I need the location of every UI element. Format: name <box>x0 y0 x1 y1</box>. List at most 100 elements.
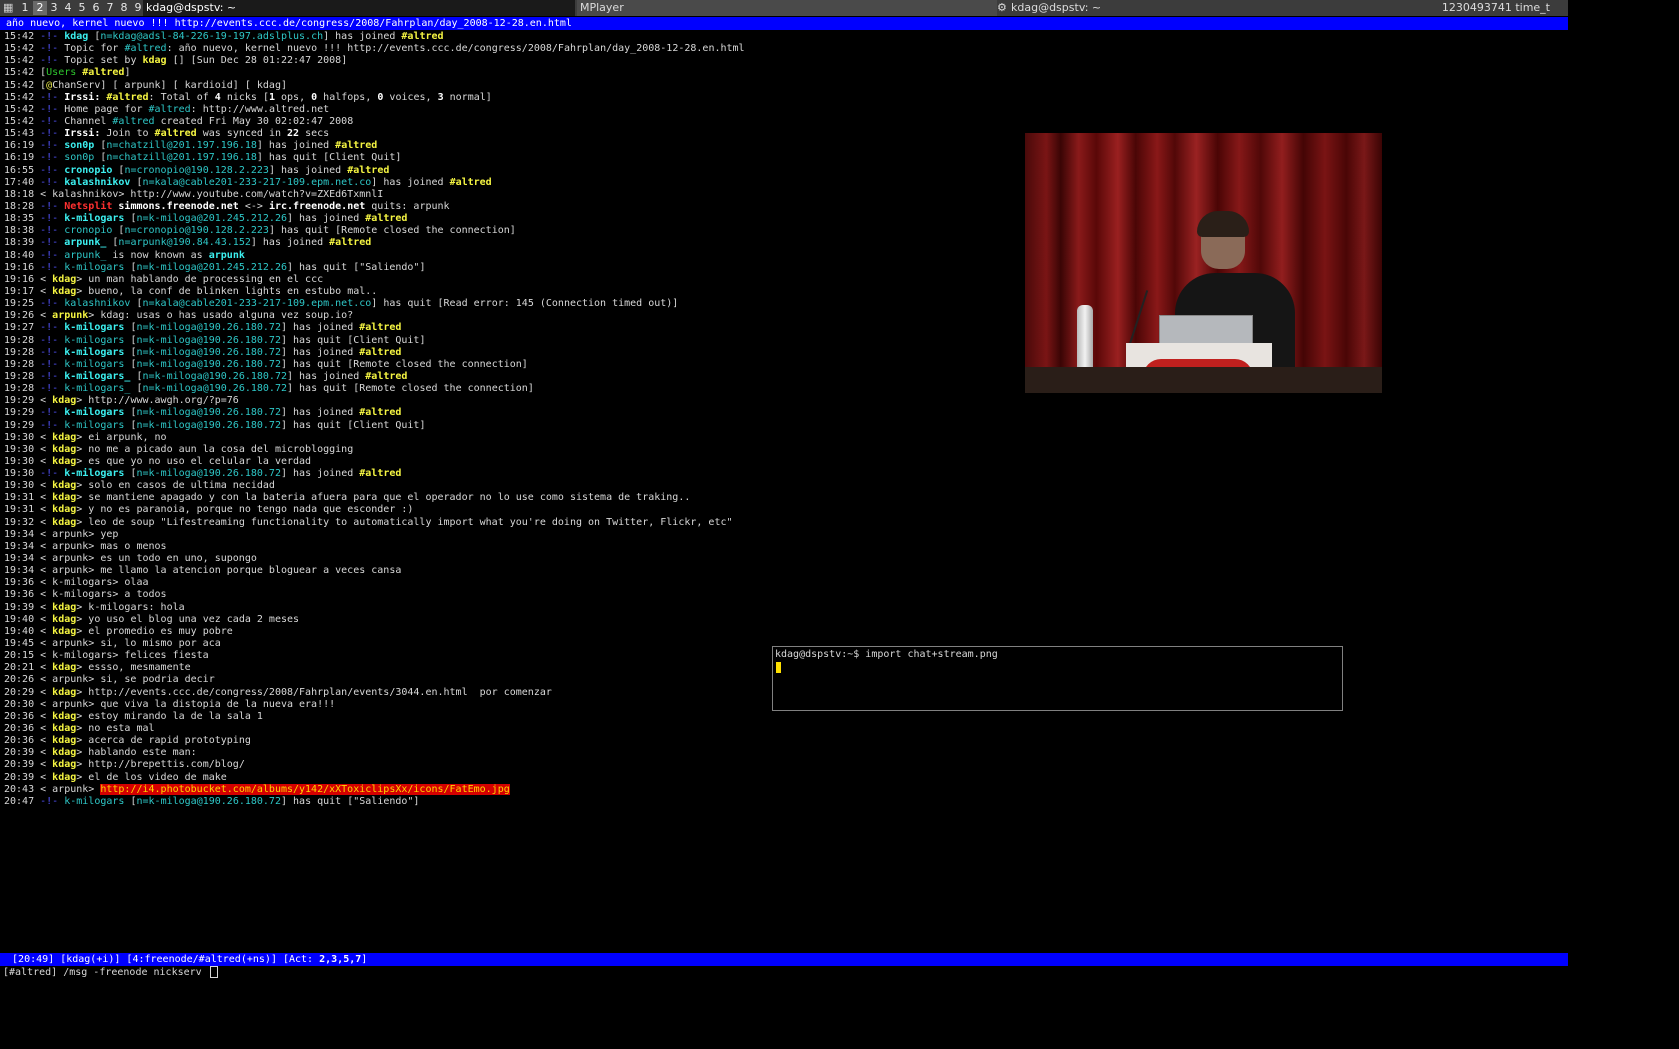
chat-segment: : Total of <box>148 91 215 103</box>
chat-line: 16:19 -!- son0p [n=chatzill@201.197.196.… <box>4 152 1004 164</box>
chat-segment: #altred <box>106 91 149 103</box>
chat-segment: 19:25 <box>4 298 41 310</box>
chat-segment: > un man hablando de processing en el cc… <box>76 273 324 285</box>
chat-segment: ] has quit [Remote closed the connection… <box>280 358 528 370</box>
chat-segment: ] <box>124 67 131 79</box>
status-nick: kdag(+i) <box>66 954 115 965</box>
taskbar-window-terminal[interactable]: kdag@dspstv: ~ <box>143 0 575 16</box>
input-text[interactable]: [#altred] /msg -freenode nickserv <box>3 967 208 978</box>
chat-segment: < <box>40 771 53 783</box>
workspace-3[interactable]: 3 <box>47 1 61 15</box>
chat-segment: > se mantiene apagado y con la bateria a… <box>76 492 691 504</box>
taskbar-window-terminal-2[interactable]: ⚙ kdag@dspstv: ~ <box>997 0 1439 16</box>
chat-segment: > ei arpunk, no <box>76 431 167 443</box>
chat-line: 19:26 < arpunk> kdag: usas o has usado a… <box>4 310 1004 322</box>
chat-segment: was synced in <box>196 128 288 140</box>
chat-segment: ] has joined <box>287 213 366 225</box>
chat-segment: 19:30 <box>4 480 41 492</box>
chat-line: 20:47 -!- k-milogars [n=k-miloga@190.26.… <box>4 796 1004 808</box>
chat-segment: n=k-miloga@201.245.212.26 <box>136 261 287 273</box>
chat-segment: kdag <box>52 710 77 722</box>
chat-segment: ops, <box>275 91 312 103</box>
chat-segment: -!- <box>40 103 65 115</box>
chat-segment: > solo en casos de ultima necidad <box>76 480 275 492</box>
chat-line: 19:16 -!- k-milogars [n=k-miloga@201.245… <box>4 262 1004 274</box>
chat-segment: 19:28 <box>4 334 41 346</box>
window-title: MPlayer <box>580 1 624 14</box>
chat-segment: Netsplit <box>64 200 119 212</box>
chat-segment: -!- <box>40 334 65 346</box>
chat-segment: Channel <box>64 115 113 127</box>
chat-segment: 15:42 <box>4 115 41 127</box>
chat-segment: k-milogars <box>64 358 125 370</box>
chat-segment: [ <box>130 176 143 188</box>
chat-segment: < arpunk> <box>40 783 101 795</box>
chat-line: 18:38 -!- cronopio [n=cronopio@190.128.2… <box>4 225 1004 237</box>
chat-line: 19:30 -!- k-milogars [n=k-miloga@190.26.… <box>4 468 1004 480</box>
chat-segment: nicks [ <box>220 91 269 103</box>
chat-segment: -!- <box>40 419 65 431</box>
workspace-4[interactable]: 4 <box>61 1 75 15</box>
chat-segment: > bueno, la conf de blinken lights en es… <box>76 285 378 297</box>
workspace-7[interactable]: 7 <box>103 1 117 15</box>
chat-segment: [ <box>124 322 137 334</box>
chat-segment: -!- <box>40 115 65 127</box>
chat-segment: #altred <box>154 128 197 140</box>
workspace-5[interactable]: 5 <box>75 1 89 15</box>
chat-segment: k-milogars <box>64 334 125 346</box>
chat-segment: > k-milogars: hola <box>76 601 185 613</box>
chat-segment: 19:26 <box>4 310 41 322</box>
chat-line: 20:39 < kdag> el de los video de make <box>4 772 1004 784</box>
menu-icon[interactable]: ▦ <box>3 2 15 14</box>
chat-segment: < <box>40 625 53 637</box>
chat-segment: -!- <box>40 31 65 42</box>
chat-segment: 19:29 <box>4 419 41 431</box>
chat-line: 20:36 < kdag> no esta mal <box>4 723 1004 735</box>
chat-line: 17:40 -!- kalashnikov [n=kala@cable201-2… <box>4 177 1004 189</box>
chat-segment: -!- <box>40 298 65 310</box>
chat-segment: < <box>40 285 53 297</box>
chat-segment: -!- <box>40 213 65 225</box>
workspace-2[interactable]: 2 <box>33 1 47 15</box>
terminal-window[interactable]: kdag@dspstv:~$ import chat+stream.png <box>772 646 1343 711</box>
chat-segment: -!- <box>40 176 65 188</box>
status-bar: [20:49] [kdag(+i)] [4:freenode/#altred(+… <box>0 953 1568 966</box>
chat-segment: #altred <box>329 237 372 249</box>
chat-segment: 19:17 <box>4 285 41 297</box>
chat-segment: ] has joined <box>280 407 360 419</box>
chat-segment: 19:31 <box>4 504 41 516</box>
chat-line: 18:18 < kalashnikov> http://www.youtube.… <box>4 189 1004 201</box>
workspace-6[interactable]: 6 <box>89 1 103 15</box>
chat-segment: 16:19 <box>4 152 41 164</box>
mplayer-video[interactable] <box>1025 133 1382 393</box>
taskbar-window-mplayer[interactable]: MPlayer <box>577 0 997 16</box>
chat-line: 19:28 -!- k-milogars_ [n=k-miloga@190.26… <box>4 383 1004 395</box>
chat-line: 19:36 < k-milogars> olaa <box>4 577 1004 589</box>
workspace-8[interactable]: 8 <box>117 1 131 15</box>
chat-segment: 19:16 <box>4 261 41 273</box>
chat-segment: #altred <box>124 43 167 55</box>
chat-segment: Irssi: <box>64 91 107 103</box>
chat-segment: 19:16 <box>4 273 41 285</box>
chat-segment: ] has joined <box>280 322 360 334</box>
chat-segment: [ <box>88 31 101 42</box>
chat-segment: n=k-miloga@190.26.180.72 <box>136 346 281 358</box>
chat-segment: n=k-miloga@190.26.180.72 <box>136 795 281 807</box>
chat-segment: n=k-miloga@190.26.180.72 <box>136 358 281 370</box>
chat-segment: #altred <box>359 407 402 419</box>
chat-segment: [ <box>130 298 143 310</box>
terminal-command: kdag@dspstv:~$ import chat+stream.png <box>775 649 998 660</box>
chat-segment: < <box>40 735 53 747</box>
chat-line: 19:34 < arpunk> es un todo en uno, supon… <box>4 553 1004 565</box>
chat-segment: 19:28 <box>4 383 41 395</box>
chat-segment: #altred <box>449 176 492 188</box>
chat-segment: 19:39 <box>4 601 41 613</box>
chat-segment: kdag <box>52 516 77 528</box>
workspace-1[interactable]: 1 <box>18 1 32 15</box>
chat-segment: 15:42 <box>4 55 41 67</box>
input-line[interactable]: [#altred] /msg -freenode nickserv <box>3 966 218 979</box>
chat-segment: kdag <box>64 31 89 42</box>
chat-link[interactable]: http://i4.photobucket.com/albums/y142/xX… <box>100 783 510 795</box>
chat-segment: n=k-miloga@201.245.212.26 <box>136 213 287 225</box>
chat-line: 20:39 < kdag> http://brepettis.com/blog/ <box>4 759 1004 771</box>
